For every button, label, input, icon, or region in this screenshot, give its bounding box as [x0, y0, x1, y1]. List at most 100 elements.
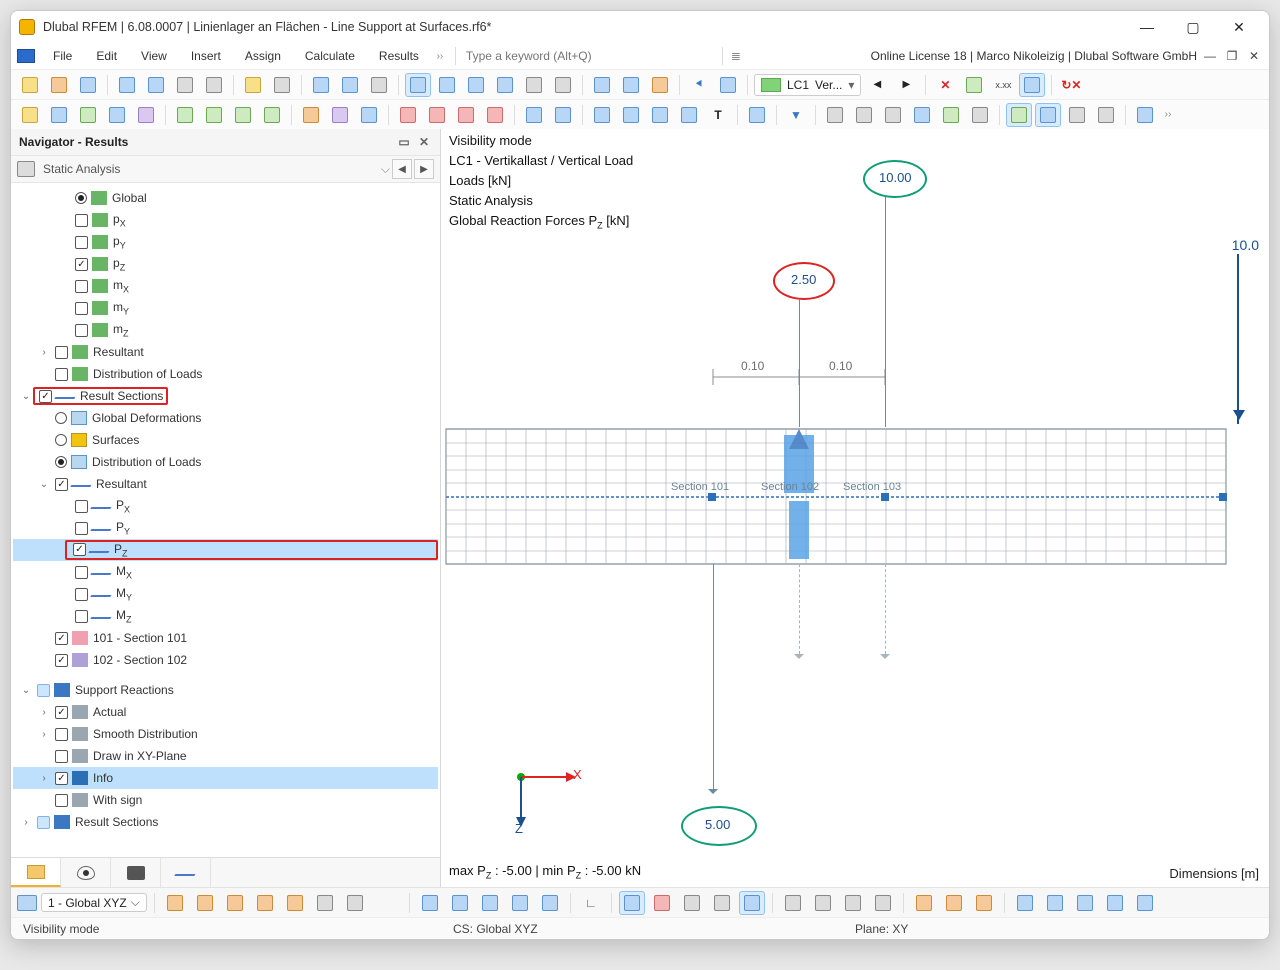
chk-actual[interactable]: [55, 706, 68, 719]
chev-actual[interactable]: ›: [37, 707, 51, 718]
chk-resultant[interactable]: [55, 346, 68, 359]
tb2-surface[interactable]: [104, 103, 130, 127]
tb-help[interactable]: ↻✕: [1058, 73, 1084, 97]
menu-assign[interactable]: Assign: [235, 47, 291, 65]
chk-MX[interactable]: [75, 566, 88, 579]
mdi-minimize-button[interactable]: —: [1201, 48, 1219, 64]
help-bar-icon[interactable]: ≣: [731, 49, 741, 63]
item-my[interactable]: mY: [113, 300, 129, 316]
tb2-i[interactable]: [1064, 103, 1090, 127]
chev-rs2[interactable]: ›: [19, 817, 33, 828]
tb2-d[interactable]: [909, 103, 935, 127]
chk-py[interactable]: [75, 236, 88, 249]
item-sign[interactable]: With sign: [93, 793, 142, 807]
chk-pz[interactable]: [75, 258, 88, 271]
keyword-search-input[interactable]: [464, 46, 714, 66]
chk-sign[interactable]: [55, 794, 68, 807]
app-menu-icon[interactable]: [17, 49, 35, 63]
item-MZ[interactable]: MZ: [116, 608, 132, 624]
radio-global[interactable]: [75, 192, 87, 204]
st-m5[interactable]: [739, 891, 765, 915]
tb2-hinge[interactable]: [259, 103, 285, 127]
tb2-filter[interactable]: ▼: [783, 103, 809, 127]
tb-model[interactable]: [114, 73, 140, 97]
nav-tab-data[interactable]: [11, 858, 61, 887]
chk-s101[interactable]: [55, 632, 68, 645]
chk-mz[interactable]: [75, 324, 88, 337]
tb2-c[interactable]: [880, 103, 906, 127]
chk-rs2[interactable]: [37, 816, 50, 829]
maximize-button[interactable]: ▢: [1171, 13, 1215, 41]
item-support[interactable]: Support Reactions: [75, 683, 174, 697]
st-d3[interactable]: [840, 891, 866, 915]
chk-MZ[interactable]: [75, 610, 88, 623]
st-f3[interactable]: [1072, 891, 1098, 915]
st-L[interactable]: ∟: [578, 891, 604, 915]
item-pz[interactable]: pZ: [113, 256, 125, 272]
tb-copy-model[interactable]: [143, 73, 169, 97]
tb-print[interactable]: [201, 73, 227, 97]
tb-view1[interactable]: [405, 73, 431, 97]
chk-PZ[interactable]: [73, 543, 86, 556]
rad-dist2[interactable]: [55, 456, 67, 468]
tb2-disp1[interactable]: [589, 103, 615, 127]
tb-lc-nav-next[interactable]: ▶: [893, 73, 919, 97]
tb-settings[interactable]: [366, 73, 392, 97]
tb2-copy[interactable]: [550, 103, 576, 127]
tb-view2[interactable]: [434, 73, 460, 97]
tb-table[interactable]: [492, 73, 518, 97]
chk-my[interactable]: [75, 302, 88, 315]
tb2-mload[interactable]: [453, 103, 479, 127]
chk-dist[interactable]: [55, 368, 68, 381]
tb-report[interactable]: [550, 73, 576, 97]
st-a[interactable]: [162, 891, 188, 915]
st-f5[interactable]: [1132, 891, 1158, 915]
item-MY[interactable]: MY: [116, 586, 132, 602]
st-f2[interactable]: [1042, 891, 1068, 915]
chk-s102[interactable]: [55, 654, 68, 667]
chk-PY[interactable]: [75, 522, 88, 535]
st-d2[interactable]: [810, 891, 836, 915]
tb2-linesup[interactable]: [201, 103, 227, 127]
tb2-grid[interactable]: [744, 103, 770, 127]
st-guide[interactable]: [537, 891, 563, 915]
chk-mx[interactable]: [75, 280, 88, 293]
nav-tab-views[interactable]: [111, 858, 161, 887]
tb-redo[interactable]: [337, 73, 363, 97]
item-rs2[interactable]: Result Sections: [75, 815, 158, 829]
item-px[interactable]: pX: [113, 212, 126, 228]
tb2-cross[interactable]: [298, 103, 324, 127]
chev-resultant[interactable]: ›: [37, 347, 51, 358]
view-icon[interactable]: [17, 895, 37, 911]
dropdown-icon[interactable]: ⌵: [381, 162, 390, 177]
tb-undo[interactable]: [308, 73, 334, 97]
menu-calculate[interactable]: Calculate: [295, 47, 365, 65]
mdi-close-button[interactable]: ✕: [1245, 48, 1263, 64]
item-surf[interactable]: Surfaces: [92, 433, 139, 447]
tb2-lload[interactable]: [424, 103, 450, 127]
menu-overflow-icon[interactable]: ››: [433, 51, 447, 62]
tb-view3[interactable]: [463, 73, 489, 97]
tb2-disp2[interactable]: [618, 103, 644, 127]
tb-lc-nav-prev[interactable]: ◀: [864, 73, 890, 97]
st-e1[interactable]: [911, 891, 937, 915]
view-combo[interactable]: 1 - Global XYZ ⌵: [41, 893, 147, 912]
st-g[interactable]: [342, 891, 368, 915]
chev-rs[interactable]: ⌄: [19, 391, 33, 402]
st-m3[interactable]: [679, 891, 705, 915]
menu-file[interactable]: File: [43, 47, 82, 65]
item-res2[interactable]: Resultant: [96, 477, 147, 491]
tb2-h[interactable]: [1035, 103, 1061, 127]
chev-smooth[interactable]: ›: [37, 729, 51, 740]
st-m4[interactable]: [709, 891, 735, 915]
item-dist2[interactable]: Distribution of Loads: [92, 455, 201, 469]
tb2-thickness[interactable]: [356, 103, 382, 127]
item-py[interactable]: pY: [113, 234, 126, 250]
item-gdef[interactable]: Global Deformations: [92, 411, 201, 425]
tb-calc-all[interactable]: [618, 73, 644, 97]
tb2-move[interactable]: [521, 103, 547, 127]
st-f1[interactable]: [1012, 891, 1038, 915]
item-drawxy[interactable]: Draw in XY-Plane: [93, 749, 187, 763]
tb-optim[interactable]: [647, 73, 673, 97]
st-e3[interactable]: [971, 891, 997, 915]
